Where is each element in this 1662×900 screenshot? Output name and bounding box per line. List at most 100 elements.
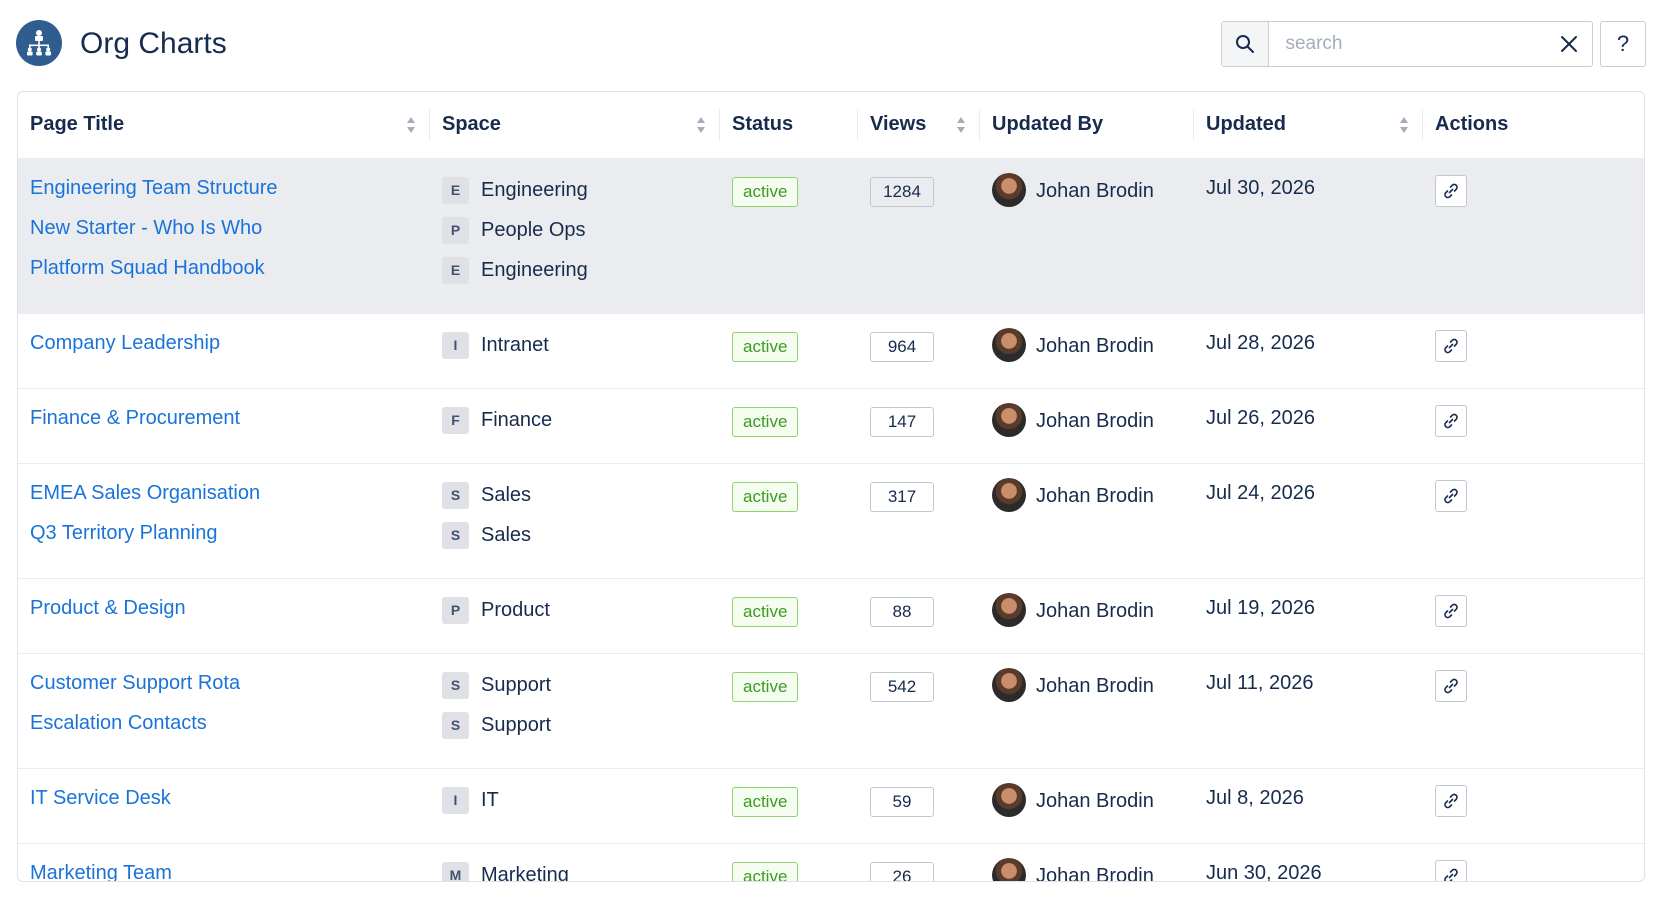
status-badge: active <box>732 861 799 881</box>
copy-link-button[interactable] <box>1435 594 1467 627</box>
copy-link-button[interactable] <box>1435 669 1467 702</box>
sort-icon[interactable] <box>696 116 706 134</box>
views-cell: 542 <box>858 653 980 768</box>
sort-icon[interactable] <box>406 116 416 134</box>
user-name[interactable]: Johan Brodin <box>1036 865 1154 881</box>
search-button[interactable] <box>1222 22 1270 66</box>
updated-by-cell: Johan Brodin <box>980 158 1194 313</box>
copy-link-button[interactable] <box>1435 479 1467 512</box>
org-chart-icon <box>16 20 62 66</box>
page-title-line: Customer Support Rota <box>30 672 418 712</box>
updated-cell: Jul 26, 2026 <box>1194 388 1423 463</box>
space-line: S Support <box>442 711 708 752</box>
space-name: Intranet <box>481 333 549 356</box>
link-icon <box>1444 678 1458 693</box>
space-line: P Product <box>442 596 708 637</box>
updated-by-cell: Johan Brodin <box>980 463 1194 578</box>
copy-link-button[interactable] <box>1435 784 1467 817</box>
space-line: F Finance <box>442 406 708 447</box>
user-info: Johan Brodin <box>992 667 1182 702</box>
copy-link-button[interactable] <box>1435 329 1467 362</box>
views-cell: 1284 <box>858 158 980 313</box>
page-title-line: IT Service Desk <box>30 787 418 827</box>
avatar <box>992 402 1026 437</box>
sort-icon[interactable] <box>1399 116 1409 134</box>
column-header-label: Updated By <box>992 113 1104 136</box>
space-line: P People Ops <box>442 216 708 257</box>
column-header-label: Updated <box>1206 113 1286 136</box>
copy-link-button[interactable] <box>1435 404 1467 437</box>
space-name: People Ops <box>481 218 586 241</box>
page-title-link[interactable]: Finance & Procurement <box>30 407 240 430</box>
user-name[interactable]: Johan Brodin <box>1036 410 1154 433</box>
views-count: 88 <box>870 596 934 627</box>
status-cell: active <box>720 843 858 881</box>
user-name[interactable]: Johan Brodin <box>1036 180 1154 203</box>
space-badge: S <box>442 711 469 739</box>
page-title-cell: EMEA Sales Organisation Q3 Territory Plan… <box>18 463 430 578</box>
column-header-page-title[interactable]: Page Title <box>18 92 430 158</box>
avatar <box>992 172 1026 207</box>
actions-cell <box>1423 388 1644 463</box>
page-title-link[interactable]: EMEA Sales Organisation <box>30 482 260 505</box>
page-title-link[interactable]: Engineering Team Structure <box>30 177 278 200</box>
user-name[interactable]: Johan Brodin <box>1036 675 1154 698</box>
column-header-label: Page Title <box>30 113 125 136</box>
page-title-cell: IT Service Desk <box>18 768 430 843</box>
status-badge: active <box>732 406 799 437</box>
page-title-link[interactable]: Escalation Contacts <box>30 712 207 735</box>
views-count: 542 <box>870 671 934 702</box>
updated-cell: Jul 28, 2026 <box>1194 313 1423 388</box>
space-name: Support <box>481 713 552 736</box>
column-header-space[interactable]: Space <box>430 92 720 158</box>
page-title-line: Engineering Team Structure <box>30 177 418 217</box>
avatar <box>992 782 1026 817</box>
space-badge: M <box>442 861 469 881</box>
avatar <box>992 592 1026 627</box>
page-title-link[interactable]: Product & Design <box>30 597 186 620</box>
actions-cell <box>1423 653 1644 768</box>
page-title-line: Escalation Contacts <box>30 712 418 752</box>
page-title-cell: Product & Design <box>18 578 430 653</box>
table-row: IT Service Desk I IT active 59 Johan Brodin Ju… <box>18 768 1644 843</box>
copy-link-button[interactable] <box>1435 174 1467 207</box>
page-title-link[interactable]: Company Leadership <box>30 332 220 355</box>
space-badge: I <box>442 331 469 359</box>
space-badge: I <box>442 786 469 814</box>
page-title-link[interactable]: IT Service Desk <box>30 787 171 810</box>
column-header-label: Actions <box>1435 113 1509 136</box>
page-title-link[interactable]: Marketing Team <box>30 862 172 882</box>
user-name[interactable]: Johan Brodin <box>1036 790 1154 813</box>
user-info: Johan Brodin <box>992 402 1182 437</box>
user-name[interactable]: Johan Brodin <box>1036 600 1154 623</box>
user-name[interactable]: Johan Brodin <box>1036 335 1154 358</box>
clear-search-button[interactable] <box>1546 22 1592 66</box>
column-header-label: Space <box>442 113 501 136</box>
page-title-link[interactable]: Customer Support Rota <box>30 672 240 695</box>
page-title-link[interactable]: Q3 Territory Planning <box>30 522 218 545</box>
help-button[interactable]: ? <box>1600 21 1646 67</box>
close-icon <box>1561 36 1578 52</box>
copy-link-button[interactable] <box>1435 859 1467 881</box>
page-title-link[interactable]: New Starter - Who Is Who <box>30 217 262 240</box>
user-name[interactable]: Johan Brodin <box>1036 485 1154 508</box>
link-icon <box>1444 868 1458 881</box>
updated-by-cell: Johan Brodin <box>980 578 1194 653</box>
sort-icon[interactable] <box>956 116 966 134</box>
table-row: Product & Design P Product active 88 Johan Br… <box>18 578 1644 653</box>
space-name: Engineering <box>481 258 588 281</box>
status-cell: active <box>720 653 858 768</box>
space-cell: S Support S Support <box>430 653 720 768</box>
space-cell: I Intranet <box>430 313 720 388</box>
space-name: Marketing <box>481 863 569 882</box>
column-header-updated[interactable]: Updated <box>1194 92 1423 158</box>
avatar <box>992 327 1026 362</box>
search-input[interactable] <box>1269 22 1547 66</box>
link-icon <box>1444 183 1458 198</box>
status-cell: active <box>720 388 858 463</box>
column-header-views[interactable]: Views <box>858 92 980 158</box>
page-title-link[interactable]: Platform Squad Handbook <box>30 257 265 280</box>
table-body: Engineering Team Structure New Starter - … <box>18 158 1644 882</box>
page-title-cell: Finance & Procurement <box>18 388 430 463</box>
status-cell: active <box>720 463 858 578</box>
